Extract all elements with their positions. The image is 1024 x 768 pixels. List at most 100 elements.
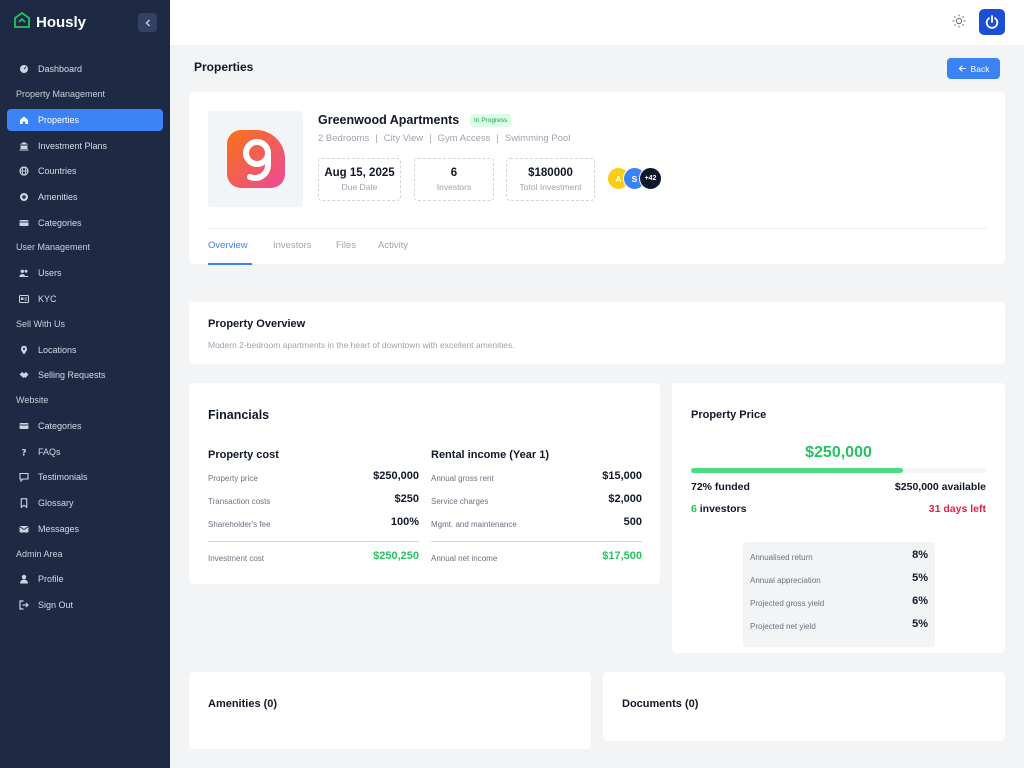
sidebar-item-dashboard[interactable]: Dashboard (7, 56, 163, 82)
amenities-title: Amenities (0) (208, 698, 278, 710)
amenity-icon (19, 192, 29, 202)
yield-label: Projected net yield (750, 622, 816, 631)
sidebar-item-profile[interactable]: Profile (7, 567, 163, 593)
nav-section-title: Property Management (16, 88, 106, 99)
yield-row: Projected net yield 5% (750, 618, 928, 634)
fin-label: Annual gross rent (431, 474, 494, 483)
globe-icon (19, 166, 29, 176)
sidebar-item-amenities[interactable]: Amenities (7, 184, 163, 210)
price-title: Property Price (691, 409, 767, 421)
financials-card: Financials Property cost Property price … (189, 383, 660, 584)
sidebar-item-glossary[interactable]: Glossary (7, 490, 163, 516)
sun-icon[interactable] (952, 14, 966, 33)
fin-value: $250,000 (373, 470, 419, 482)
sidebar-item-kyc[interactable]: KYC (7, 286, 163, 312)
user-menu-button[interactable] (979, 9, 1005, 35)
home-icon (19, 115, 29, 125)
property-logo-icon (226, 130, 285, 188)
divider (431, 541, 642, 542)
fin-value: 100% (390, 516, 419, 528)
sidebar-item-label: KYC (38, 293, 57, 304)
available-label: $250,000 available (894, 481, 986, 493)
fin-row: Transaction costs $250 (208, 493, 419, 507)
bookmark-icon (19, 498, 29, 509)
funding-progress-fill (691, 468, 904, 473)
chevron-left-icon (145, 19, 150, 26)
id-card-icon (19, 294, 29, 304)
sidebar-item-properties[interactable]: Properties (7, 108, 163, 131)
sidebar-item-label: Categories (38, 217, 82, 228)
property-overview-card: Property Overview Modern 2-bedroom apart… (189, 302, 1005, 364)
fin-label: Annual net income (431, 554, 498, 563)
tab-files[interactable]: Files (336, 240, 356, 251)
nav-section-title: Admin Area (16, 548, 63, 559)
sign-out-icon (19, 600, 29, 610)
yield-label: Projected gross yield (750, 599, 825, 608)
sidebar-item-label: Amenities (38, 191, 78, 202)
property-header-card: Greenwood Apartments In Progress 2 Bedro… (189, 92, 1005, 265)
nav-section-title: Website (16, 395, 49, 406)
sidebar-item-locations[interactable]: Locations (7, 337, 163, 363)
documents-title: Documents (0) (622, 698, 699, 710)
category-icon (19, 421, 29, 431)
back-button-label: Back (970, 63, 990, 74)
yield-value: 5% (912, 572, 928, 584)
fin-total-row: Investment cost $250,250 (208, 550, 419, 564)
yield-label: Annualised return (750, 553, 813, 562)
fin-value: $2,000 (608, 493, 642, 505)
tab-activity[interactable]: Activity (378, 240, 408, 251)
user-icon (19, 574, 29, 584)
sidebar-item-label: Users (38, 268, 62, 279)
tab-investors[interactable]: Investors (273, 240, 312, 251)
sidebar-item-investment-plans[interactable]: Investment Plans (7, 133, 163, 159)
sidebar-item-label: Glossary (38, 498, 74, 509)
sidebar-item-testimonials[interactable]: Testimonials (7, 465, 163, 491)
sidebar-item-faqs[interactable]: ? FAQs (7, 439, 163, 465)
back-button[interactable]: Back (947, 58, 1000, 79)
sidebar-item-label: Countries (38, 166, 77, 177)
sidebar-nav: Dashboard Property Management Properties In… (0, 56, 170, 618)
fin-row: Property price $250,000 (208, 470, 419, 484)
fin-value: 500 (623, 516, 642, 528)
stat-investors: 6 Investors (414, 158, 494, 201)
power-icon (985, 15, 999, 29)
sidebar-item-selling-requests[interactable]: Selling Requests (7, 363, 163, 389)
category-icon (19, 218, 29, 228)
fin-label: Service charges (431, 497, 489, 506)
sidebar-item-label: Testimonials (38, 472, 88, 483)
divider (208, 541, 419, 542)
sidebar-item-categories[interactable]: Categories (7, 210, 163, 236)
feature-separator: | (375, 133, 378, 144)
financials-title: Financials (208, 408, 270, 422)
stat-due-date: Aug 15, 2025 Due Date (318, 158, 401, 201)
sidebar-item-messages[interactable]: Messages (7, 516, 163, 542)
property-logo (208, 111, 303, 207)
page-title: Properties (194, 60, 254, 74)
investors-count: 6 (691, 503, 697, 515)
fin-value: $250,250 (373, 550, 419, 562)
brand[interactable]: Hously (14, 11, 86, 33)
tab-overview[interactable]: Overview (208, 240, 248, 251)
sidebar-item-countries[interactable]: Countries (7, 158, 163, 184)
investor-avatars[interactable]: A S +42 (607, 167, 662, 190)
status-badge: In Progress (470, 114, 512, 127)
sidebar-item-sign-out[interactable]: Sign Out (7, 592, 163, 618)
collapse-sidebar-button[interactable] (138, 13, 157, 32)
sidebar-item-users[interactable]: Users (7, 260, 163, 286)
active-tab-indicator (208, 263, 252, 265)
fin-row: Shareholder's fee 100% (208, 516, 419, 530)
fin-label: Mgmt. and maintenance (431, 520, 517, 529)
investor-avatar[interactable]: +42 (639, 167, 662, 190)
top-bar (170, 0, 1024, 45)
question-icon: ? (19, 447, 29, 457)
funded-label: 72% funded (691, 481, 750, 493)
sidebar-item-categories[interactable]: Categories (7, 413, 163, 439)
yield-row: Annual appreciation 5% (750, 572, 928, 588)
sidebar: Hously Dashboard Property Management Prope… (0, 0, 170, 768)
sidebar-item-label: Messages (38, 523, 80, 534)
documents-card: Documents (0) (603, 672, 1005, 741)
sidebar-item-label: Categories (38, 421, 82, 432)
yield-value: 6% (912, 595, 928, 607)
tabs-divider (208, 228, 987, 229)
stat-value: Aug 15, 2025 (324, 167, 395, 179)
